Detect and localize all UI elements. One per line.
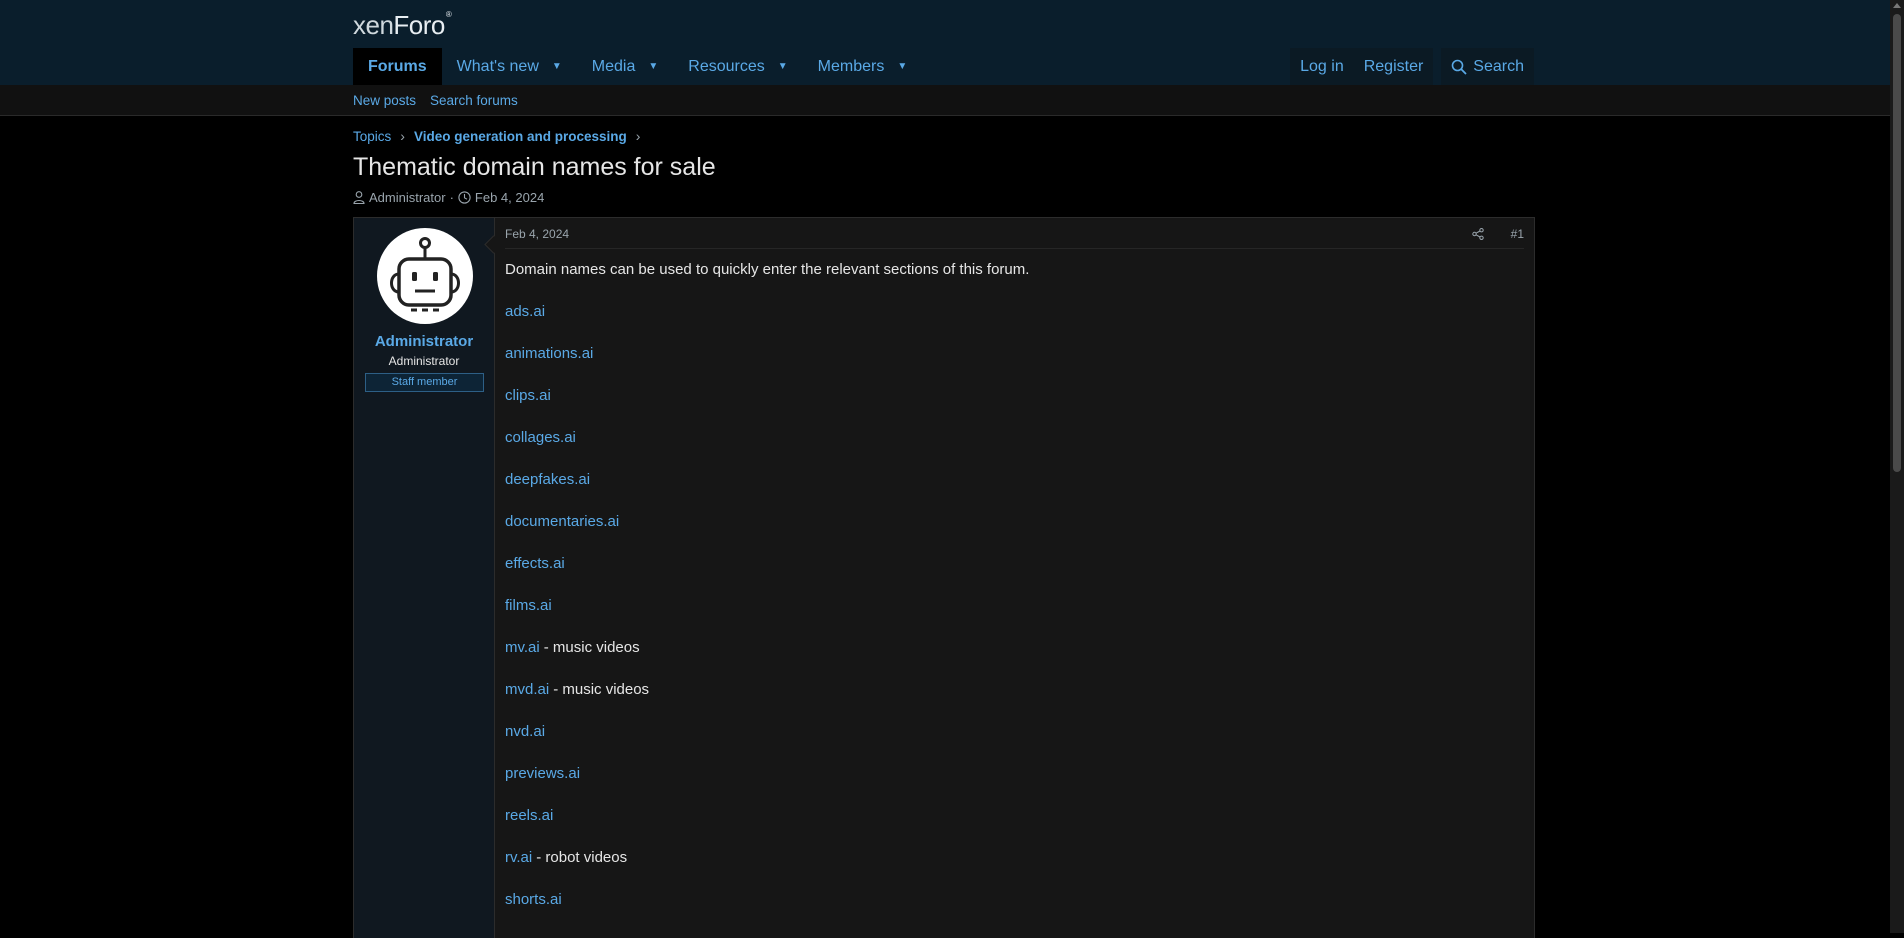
- domain-list-item: rv.ai - robot videos: [505, 848, 1029, 868]
- domain-note: - robot videos: [536, 849, 628, 866]
- avatar[interactable]: [377, 228, 473, 324]
- domain-list-item: shorts.ai: [505, 890, 1029, 910]
- nav-tab-whats-new[interactable]: What's new ▼: [442, 48, 577, 85]
- thread-meta: Administrator · Feb 4, 2024: [353, 190, 544, 205]
- chevron-down-icon[interactable]: ▼: [897, 61, 907, 72]
- chevron-down-icon[interactable]: ▼: [778, 61, 788, 72]
- domain-link[interactable]: effects.ai: [505, 555, 565, 572]
- domain-list-item: documentaries.ai: [505, 512, 1029, 532]
- search-icon: [1451, 59, 1467, 75]
- search-group: Search: [1441, 48, 1534, 85]
- main-nav: Forums What's new ▼ Media ▼ Resources ▼ Mem…: [353, 48, 922, 85]
- domain-list-item: collages.ai: [505, 428, 1029, 448]
- auth-group: Log in Register: [1290, 48, 1434, 85]
- nav-tab-media[interactable]: Media ▼: [577, 48, 673, 85]
- domain-link[interactable]: previews.ai: [505, 765, 580, 782]
- domain-link[interactable]: shorts.ai: [505, 891, 562, 908]
- domain-list-item: mv.ai - music videos: [505, 638, 1029, 658]
- domain-list-item: clips.ai: [505, 386, 1029, 406]
- domain-list-item: previews.ai: [505, 764, 1029, 784]
- nav-label: Forums: [368, 57, 427, 75]
- post-user-title: Administrator: [388, 354, 460, 368]
- domain-list-item: animations.ai: [505, 344, 1029, 364]
- post-username[interactable]: Administrator: [354, 333, 494, 350]
- domain-list-item: effects.ai: [505, 554, 1029, 574]
- post-header: Feb 4, 2024 #1: [505, 218, 1524, 249]
- account-nav: Log in Register Search: [1282, 48, 1534, 85]
- login-button[interactable]: Log in: [1290, 48, 1354, 85]
- share-icon[interactable]: [1472, 228, 1484, 243]
- search-button[interactable]: Search: [1441, 48, 1534, 85]
- domain-list-item: mvd.ai - music videos: [505, 680, 1029, 700]
- sub-nav: New posts Search forums: [0, 85, 1890, 116]
- domain-list-item: reels.ai: [505, 806, 1029, 826]
- nav-label: Members: [817, 57, 885, 75]
- user-icon: [353, 191, 365, 204]
- nav-tab-resources[interactable]: Resources ▼: [673, 48, 802, 85]
- domain-link[interactable]: deepfakes.ai: [505, 471, 590, 488]
- post-body: Domain names can be used to quickly ente…: [505, 260, 1029, 910]
- domain-link[interactable]: mvd.ai: [505, 681, 549, 698]
- separator-dot: ·: [449, 190, 454, 205]
- post-user-panel: Administrator Administrator Staff member: [354, 218, 495, 938]
- domain-link[interactable]: reels.ai: [505, 807, 553, 824]
- domain-note: - music videos: [543, 639, 640, 656]
- site-logo[interactable]: xenForo®: [353, 10, 452, 41]
- post-main: Feb 4, 2024 #1 Domain names can be used …: [505, 218, 1524, 938]
- domain-list-item: ads.ai: [505, 302, 1029, 322]
- breadcrumb-topics[interactable]: Topics: [353, 129, 391, 144]
- chevron-down-icon[interactable]: ▼: [648, 61, 658, 72]
- domain-list-item: deepfakes.ai: [505, 470, 1029, 490]
- staff-badge: Staff member: [365, 373, 484, 392]
- nav-tab-members[interactable]: Members ▼: [803, 48, 923, 85]
- page-title: Thematic domain names for sale: [353, 153, 716, 181]
- post: Administrator Administrator Staff member…: [353, 217, 1535, 938]
- chevron-right-icon: ›: [635, 128, 641, 144]
- domain-link[interactable]: mv.ai: [505, 639, 540, 656]
- post-number-link[interactable]: #1: [1511, 227, 1524, 241]
- breadcrumb: Topics › Video generation and processing…: [353, 128, 649, 144]
- domain-link[interactable]: nvd.ai: [505, 723, 545, 740]
- nav-tab-forums[interactable]: Forums: [353, 48, 442, 85]
- domain-list-item: nvd.ai: [505, 722, 1029, 742]
- nav-label: Resources: [688, 57, 765, 75]
- domain-note: - music videos: [553, 681, 650, 698]
- new-posts-link[interactable]: New posts: [353, 93, 416, 108]
- clock-icon: [458, 191, 471, 204]
- scrollbar[interactable]: [1890, 0, 1904, 933]
- domain-link[interactable]: films.ai: [505, 597, 552, 614]
- scrollbar-thumb[interactable]: [1893, 14, 1901, 472]
- domain-link[interactable]: documentaries.ai: [505, 513, 619, 530]
- post-intro-text: Domain names can be used to quickly ente…: [505, 261, 1030, 278]
- robot-icon: [390, 237, 460, 312]
- site-header: xenForo® Forums What's new ▼ Media ▼ Resou…: [0, 0, 1890, 85]
- chevron-right-icon: ›: [400, 128, 405, 144]
- domain-list-item: films.ai: [505, 596, 1029, 616]
- domain-link[interactable]: clips.ai: [505, 387, 551, 404]
- register-button[interactable]: Register: [1354, 48, 1434, 85]
- thread-author-link[interactable]: Administrator: [369, 190, 446, 205]
- breadcrumb-video-generation[interactable]: Video generation and processing: [414, 129, 627, 144]
- nav-label: What's new: [456, 57, 539, 75]
- domain-link[interactable]: animations.ai: [505, 345, 593, 362]
- domain-link[interactable]: collages.ai: [505, 429, 576, 446]
- search-label: Search: [1473, 57, 1524, 75]
- scroll-up-arrow-icon[interactable]: [1893, 3, 1901, 8]
- search-forums-link[interactable]: Search forums: [430, 93, 518, 108]
- domain-link[interactable]: ads.ai: [505, 303, 545, 320]
- chevron-down-icon[interactable]: ▼: [552, 61, 562, 72]
- domain-list: ads.ai animations.ai clips.ai collages.ai de…: [505, 302, 1029, 910]
- nav-label: Media: [591, 57, 636, 75]
- post-date-link[interactable]: Feb 4, 2024: [505, 227, 569, 241]
- thread-date-link[interactable]: Feb 4, 2024: [475, 190, 544, 205]
- domain-link[interactable]: rv.ai: [505, 849, 532, 866]
